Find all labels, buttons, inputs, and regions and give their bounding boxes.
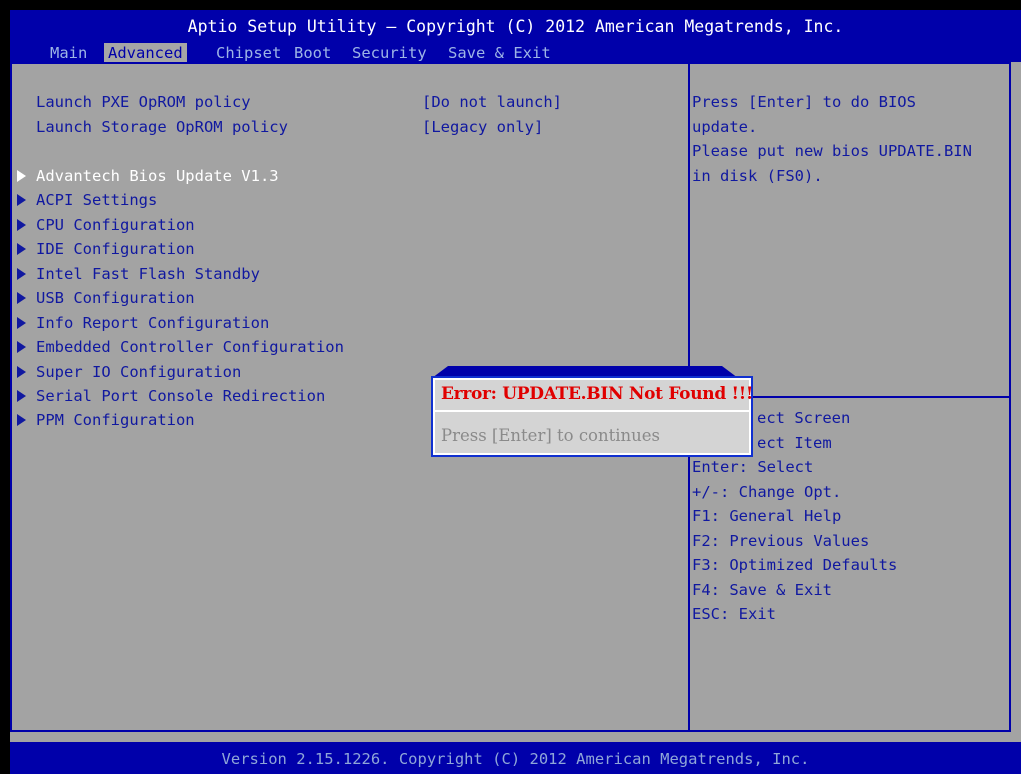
error-dialog[interactable]: Error: UPDATE.BIN Not Found !!! Press [E… (431, 376, 753, 457)
arrow-right-icon (17, 414, 26, 426)
submenu-label: Info Report Configuration (36, 314, 270, 332)
arrow-right-icon (17, 243, 26, 255)
tab-advanced[interactable]: Advanced (104, 43, 187, 64)
setting-value-pxe[interactable]: [Do not launch] (422, 91, 562, 113)
setting-label-storage: Launch Storage OpROM policy (36, 118, 288, 136)
arrow-right-icon (17, 268, 26, 280)
tab-chipset[interactable]: Chipset (212, 43, 285, 64)
key-help-f2: F2: Previous Values (692, 532, 870, 550)
key-help-f3: F3: Optimized Defaults (692, 556, 898, 574)
dialog-continue-text: Press [Enter] to continues (441, 426, 661, 445)
arrow-right-icon (17, 341, 26, 353)
dialog-separator (435, 410, 749, 412)
app-title: Aptio Setup Utility – Copyright (C) 2012… (187, 17, 844, 36)
arrow-right-icon (17, 219, 26, 231)
arrow-right-icon (17, 390, 26, 402)
submenu-label: Advantech Bios Update V1.3 (36, 167, 279, 185)
arrow-right-icon (17, 317, 26, 329)
key-help-enter: Enter: Select (692, 458, 814, 476)
tab-boot[interactable]: Boot (290, 43, 335, 64)
submenu-label: Serial Port Console Redirection (36, 387, 326, 405)
submenu-label: Embedded Controller Configuration (36, 338, 344, 356)
footer-version: Version 2.15.1226. Copyright (C) 2012 Am… (221, 750, 810, 768)
help-line: in disk (FS0). (692, 167, 823, 185)
arrow-right-icon (17, 170, 26, 182)
tab-save-exit[interactable]: Save & Exit (444, 43, 555, 64)
key-help-select-screen: ect Screen (757, 409, 851, 427)
submenu-label: USB Configuration (36, 289, 195, 307)
dialog-body: Error: UPDATE.BIN Not Found !!! Press [E… (435, 380, 753, 453)
submenu-label: IDE Configuration (36, 240, 195, 258)
header-bar: Aptio Setup Utility – Copyright (C) 2012… (10, 10, 1021, 64)
key-help-select-item: ect Item (757, 434, 832, 452)
footer-bar: Version 2.15.1226. Copyright (C) 2012 Am… (10, 742, 1021, 774)
arrow-right-icon (17, 292, 26, 304)
arrow-right-icon (17, 194, 26, 206)
setting-value-storage[interactable]: [Legacy only] (422, 116, 543, 138)
dialog-error-text: Error: UPDATE.BIN Not Found !!! (441, 384, 754, 404)
key-help-f4: F4: Save & Exit (692, 581, 832, 599)
help-line: Press [Enter] to do BIOS (692, 93, 916, 111)
setting-label-pxe: Launch PXE OpROM policy (36, 93, 251, 111)
submenu-label: Intel Fast Flash Standby (36, 265, 260, 283)
help-line: Please put new bios UPDATE.BIN (692, 142, 972, 160)
key-help-f1: F1: General Help (692, 507, 842, 525)
submenu-label: Super IO Configuration (36, 363, 242, 381)
submenu-label: CPU Configuration (36, 216, 195, 234)
tab-security[interactable]: Security (348, 43, 431, 64)
help-line: update. (692, 118, 758, 136)
arrow-right-icon (17, 366, 26, 378)
tab-main[interactable]: Main (46, 43, 91, 64)
key-help-change-opt: +/-: Change Opt. (692, 483, 842, 501)
submenu-label: PPM Configuration (36, 411, 195, 429)
key-help-esc: ESC: Exit (692, 605, 776, 623)
submenu-label: ACPI Settings (36, 191, 158, 209)
